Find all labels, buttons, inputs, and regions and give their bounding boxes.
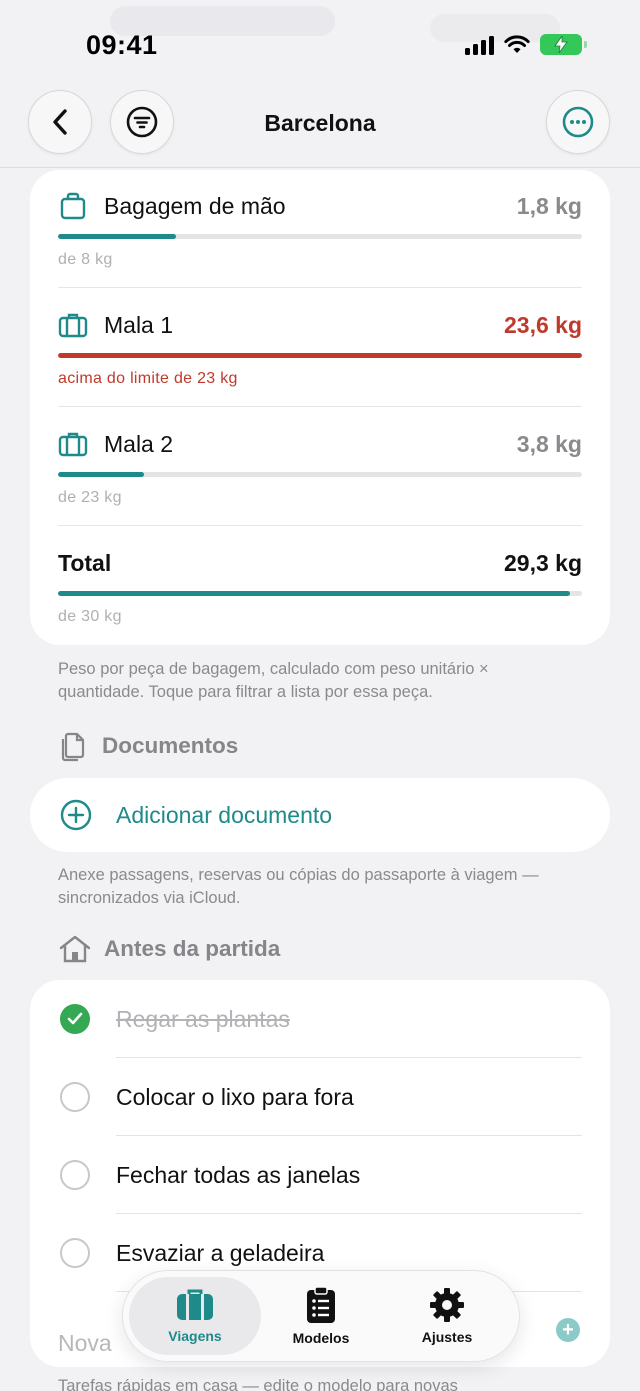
divider	[58, 287, 582, 288]
plus-circle-icon	[60, 799, 92, 831]
total-weight: 29,3 kg	[504, 549, 582, 576]
before-departure-section-header: Antes da partida	[58, 934, 280, 964]
divider	[58, 525, 582, 526]
checklist-icon	[307, 1286, 335, 1323]
gear-icon	[430, 1288, 464, 1322]
task-label: Fechar todas as janelas	[116, 1161, 361, 1188]
luggage-weight: 1,8 kg	[516, 192, 582, 219]
documents-section-header: Documentos	[58, 730, 238, 762]
cellular-signal-icon	[465, 35, 494, 55]
weight-progress-bar	[58, 234, 582, 239]
task-label: Regar as plantas	[116, 1005, 290, 1032]
luggage-name: Bagagem de mão	[104, 192, 286, 219]
tab-modelos[interactable]: Modelos	[255, 1277, 387, 1355]
battery-icon	[540, 34, 587, 55]
task-item[interactable]: Fechar todas as janelas	[30, 1136, 610, 1214]
empty-circle-icon[interactable]	[60, 1082, 90, 1112]
charging-bolt-icon	[554, 36, 568, 53]
wifi-icon	[504, 34, 530, 53]
luggage-weight: 23,6 kg	[504, 311, 582, 338]
checkmark-circle-icon[interactable]	[60, 1004, 90, 1034]
handbag-icon	[58, 191, 88, 221]
tab-label: Ajustes	[421, 1329, 473, 1345]
luggage-name: Mala 1	[104, 311, 174, 338]
task-label: Colocar o lixo para fora	[116, 1083, 354, 1110]
empty-circle-icon[interactable]	[60, 1160, 90, 1190]
house-icon	[59, 935, 91, 963]
luggage-weight: 3,8 kg	[516, 430, 582, 457]
suitcase-icon	[58, 310, 88, 340]
tab-label: Viagens	[168, 1328, 222, 1344]
divider	[58, 406, 582, 407]
weight-progress-fill	[58, 472, 145, 477]
tab-ajustes[interactable]: Ajustes	[381, 1277, 513, 1355]
weight-progress-fill	[58, 234, 176, 239]
documents-footnote: Anexe passagens, reservas ou cópias do p…	[58, 866, 539, 907]
suitcase-icon	[177, 1289, 213, 1320]
over-limit-warning: acima do limite de 23 kg	[58, 370, 238, 387]
weight-progress-fill	[58, 353, 582, 358]
total-limit: de 30 kg	[58, 608, 122, 625]
luggage-limit: de 23 kg	[58, 489, 122, 506]
luggage-name: Mala 2	[104, 430, 174, 457]
total-label: Total	[58, 549, 112, 576]
weight-progress-bar	[58, 353, 582, 358]
task-item[interactable]: Colocar o lixo para fora	[30, 1058, 610, 1136]
total-progress-bar	[58, 591, 582, 596]
empty-circle-icon[interactable]	[60, 1238, 90, 1268]
luggage-row-mala-1[interactable]: Mala 1 23,6 kg acima do limite de 23 kg	[58, 305, 582, 388]
task-item[interactable]: Regar as plantas	[30, 980, 610, 1058]
add-task-plus-icon[interactable]: +	[556, 1318, 580, 1342]
more-options-button[interactable]	[546, 90, 610, 154]
luggage-footnote: Peso por peça de bagagem, calculado com …	[58, 660, 489, 701]
add-document-button[interactable]: Adicionar documento	[30, 778, 610, 852]
add-document-label: Adicionar documento	[116, 801, 333, 828]
page-title: Barcelona	[264, 110, 376, 136]
tasks-footnote: Tarefas rápidas em casa — edite o modelo…	[58, 1377, 458, 1391]
documents-section-title: Documentos	[102, 733, 239, 758]
luggage-row-hand-bag[interactable]: Bagagem de mão 1,8 kg de 8 kg	[58, 186, 582, 269]
luggage-row-total[interactable]: Total 29,3 kg de 30 kg	[58, 543, 582, 626]
suitcase-icon	[58, 429, 88, 459]
total-progress-fill	[58, 591, 570, 596]
tab-label: Modelos	[292, 1330, 350, 1346]
status-time: 09:41	[86, 30, 158, 60]
new-task-input[interactable]: Nova	[58, 1330, 112, 1357]
before-departure-section-title: Antes da partida	[104, 936, 281, 961]
weight-progress-bar	[58, 472, 582, 477]
system-icons	[465, 34, 587, 55]
tab-viagens[interactable]: Viagens	[129, 1277, 261, 1355]
documents-icon	[61, 732, 85, 762]
luggage-limit: de 8 kg	[58, 251, 113, 268]
task-label: Esvaziar a geladeira	[116, 1239, 325, 1266]
ellipsis-circle-icon	[562, 106, 594, 138]
luggage-row-mala-2[interactable]: Mala 2 3,8 kg de 23 kg	[58, 424, 582, 507]
tab-bar: Viagens Modelos Ajustes	[122, 1270, 520, 1362]
luggage-weight-card: Bagagem de mão 1,8 kg de 8 kg Mala 1 23,…	[30, 170, 610, 645]
navigation-bar: Barcelona	[0, 90, 640, 168]
status-bar: 09:41	[0, 0, 640, 92]
